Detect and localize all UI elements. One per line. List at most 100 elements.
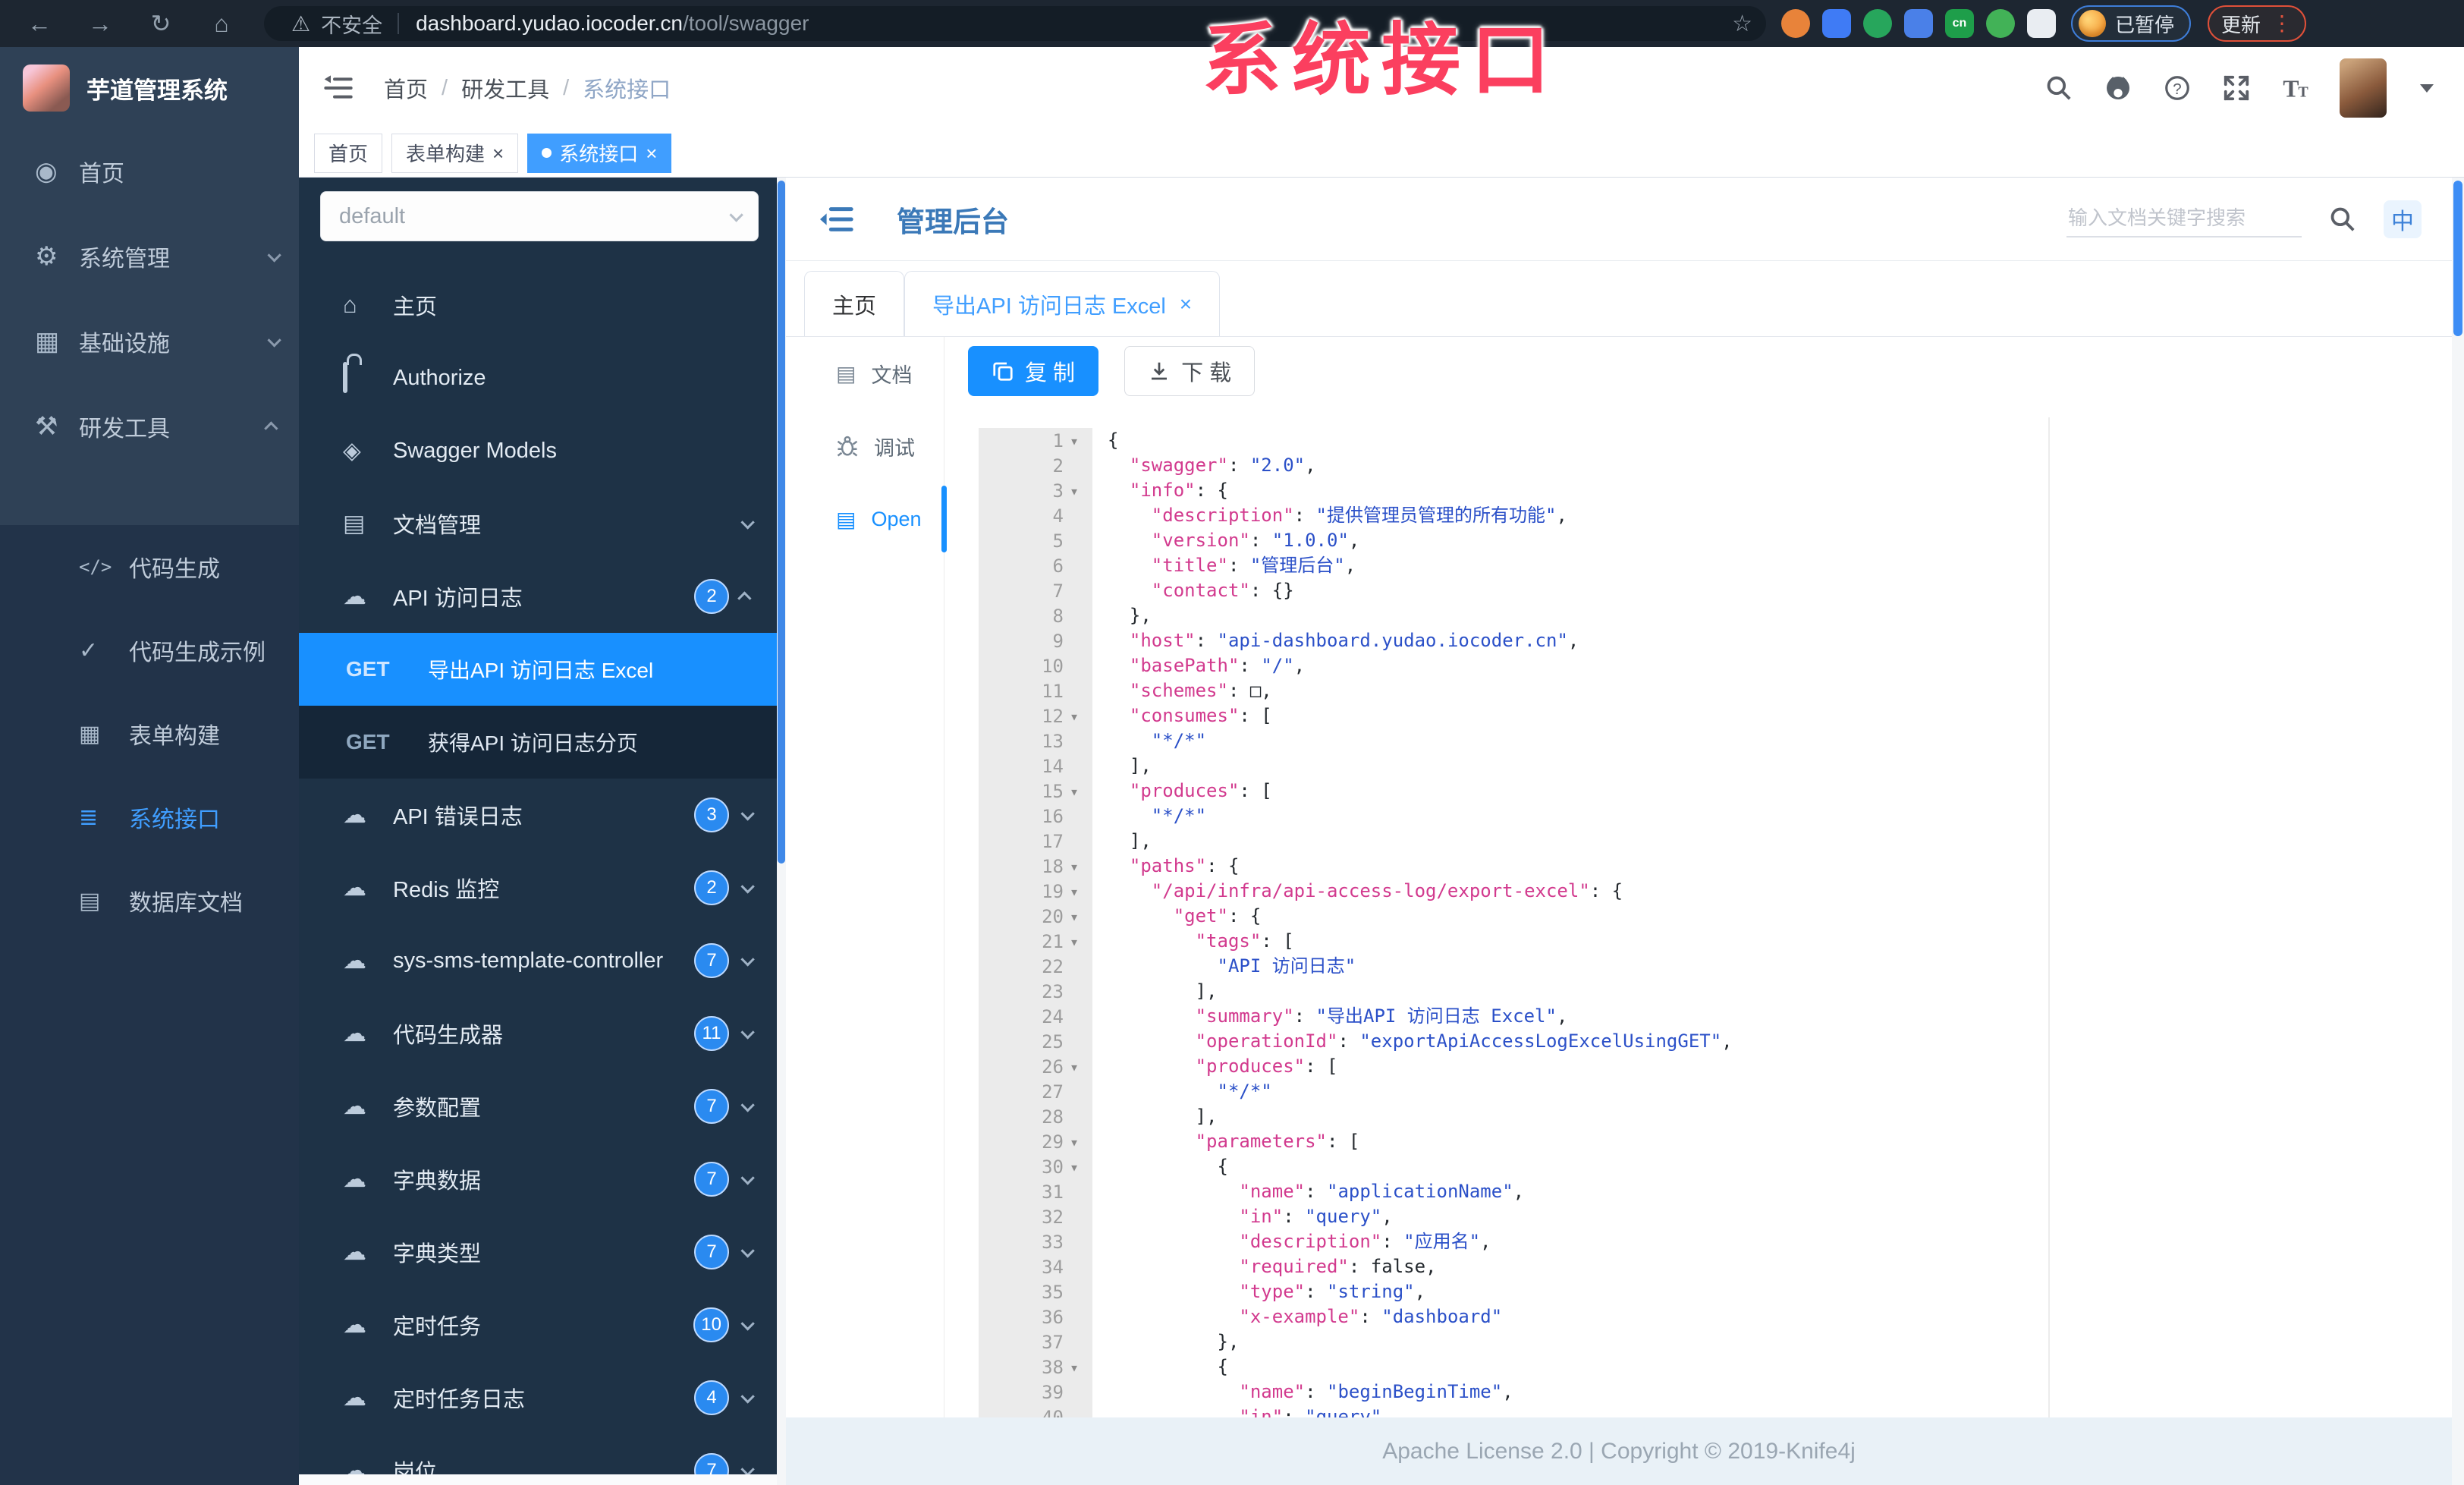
url-path: /tool/swagger: [682, 11, 809, 35]
sidebar-item-基础设施[interactable]: ▦ 基础设施: [0, 299, 299, 384]
swagger-item-文档管理[interactable]: ▤ 文档管理: [299, 487, 777, 560]
mini-item-文档[interactable]: ▤ 文档: [786, 337, 944, 410]
user-avatar[interactable]: [2340, 58, 2387, 118]
fold-caret-icon[interactable]: ▾: [1064, 933, 1085, 951]
search-icon[interactable]: [2044, 73, 2074, 103]
api-group-select[interactable]: default: [320, 191, 759, 241]
swagger-item-Swagger Models[interactable]: ◈ Swagger Models: [299, 414, 777, 487]
browser-reload-icon[interactable]: ↻: [140, 0, 182, 47]
fold-caret-icon[interactable]: ▾: [1064, 857, 1085, 876]
fullscreen-icon[interactable]: [2221, 73, 2252, 103]
swagger-group-字典数据[interactable]: ☁ 字典数据 7: [299, 1143, 777, 1216]
fold-caret-icon[interactable]: ▾: [1064, 432, 1085, 450]
browser-home-icon[interactable]: ⌂: [200, 0, 243, 47]
swagger-scrollbar[interactable]: [777, 178, 786, 1485]
api-endpoint-row[interactable]: GET 导出API 访问日志 Excel: [299, 633, 777, 706]
tag-close-icon[interactable]: ×: [646, 143, 657, 163]
swagger-group-Redis 监控[interactable]: ☁ Redis 监控 2: [299, 851, 777, 924]
browser-menu-kebab-icon[interactable]: ⋮: [2271, 13, 2293, 34]
fold-caret-icon[interactable]: ▾: [1064, 782, 1085, 801]
code-token: ,: [1425, 1256, 1437, 1277]
tag-系统接口[interactable]: 系统接口 ×: [527, 133, 672, 173]
sidebar-item-首页[interactable]: ◉ 首页: [0, 129, 299, 214]
json-editor[interactable]: 1 ▾ 2 3 ▾ 4 5 6 7 8 9 10 11 12 ▾ 13 14 15 ▾ 16 17 18 ▾ 19 ▾ 20 ▾ 21…: [979, 417, 2452, 1485]
fold-caret-icon[interactable]: ▾: [1064, 883, 1085, 901]
sidebar-subitem-代码生成[interactable]: </> 代码生成: [0, 525, 299, 609]
main-scrollbar[interactable]: [2452, 178, 2464, 1485]
line-number: 36: [1042, 1306, 1064, 1328]
swagger-group-sys-sms-template-controller[interactable]: ☁ sys-sms-template-controller 7: [299, 924, 777, 997]
browser-forward-icon[interactable]: →: [79, 0, 121, 47]
paused-badge[interactable]: 已暂停: [2071, 5, 2192, 42]
github-icon[interactable]: [2103, 73, 2133, 103]
fold-caret-icon[interactable]: ▾: [1064, 908, 1085, 926]
swagger-hscrollbar[interactable]: [299, 1474, 777, 1485]
code-line: "name": "beginBeginTime",: [1108, 1380, 2452, 1405]
puzzle-extension-icon[interactable]: [2027, 9, 2056, 38]
doc-collapse-icon[interactable]: [819, 202, 854, 237]
menu-fold-icon[interactable]: [323, 73, 354, 103]
orange-swirl-extension-icon[interactable]: [1781, 9, 1810, 38]
swagger-group-定时任务日志[interactable]: ☁ 定时任务日志 4: [299, 1361, 777, 1434]
doc-tab-主页[interactable]: 主页: [804, 271, 905, 336]
blue-gem-extension-icon[interactable]: [1822, 9, 1851, 38]
fold-caret-icon[interactable]: ▾: [1064, 482, 1085, 500]
doc-search-input[interactable]: [2066, 200, 2302, 238]
swagger-scrollbar-thumb[interactable]: [778, 181, 785, 864]
swagger-item-API 访问日志[interactable]: ☁ API 访问日志 2: [299, 560, 777, 633]
breadcrumb-item[interactable]: 系统接口: [583, 72, 671, 104]
copy-button[interactable]: 复 制: [968, 346, 1099, 396]
sidebar-subitem-系统接口[interactable]: ≣ 系统接口: [0, 776, 299, 859]
sidebar-subitem-表单构建[interactable]: ▦ 表单构建: [0, 692, 299, 776]
gutter-line: 30 ▾: [979, 1154, 1092, 1179]
code-token: ,: [1480, 1231, 1491, 1252]
swagger-group-字典类型[interactable]: ☁ 字典类型 7: [299, 1216, 777, 1288]
fold-caret-icon[interactable]: ▾: [1064, 1358, 1085, 1376]
avatar-dropdown-caret-icon[interactable]: [2420, 83, 2434, 93]
bookmark-star-icon[interactable]: ☆: [1732, 11, 1752, 37]
tag-首页[interactable]: 首页: [314, 133, 383, 173]
download-icon: [1152, 362, 1168, 380]
swagger-group-API 错误日志[interactable]: ☁ API 错误日志 3: [299, 779, 777, 851]
swagger-group-定时任务[interactable]: ☁ 定时任务 10: [299, 1288, 777, 1361]
code-line: "title": "管理后台",: [1108, 553, 2452, 578]
swagger-item-主页[interactable]: ⌂ 主页: [299, 269, 777, 341]
cn-translate-extension-icon[interactable]: cn: [1945, 9, 1974, 38]
sidebar-item-系统管理[interactable]: ⚙ 系统管理: [0, 214, 299, 299]
doc-tab-导出API 访问日志 Excel[interactable]: 导出API 访问日志 Excel ×: [904, 271, 1221, 336]
tab-close-icon[interactable]: ×: [1180, 292, 1192, 316]
green-sprout-extension-icon[interactable]: [1986, 9, 2015, 38]
fold-caret-icon[interactable]: ▾: [1064, 707, 1085, 725]
help-icon[interactable]: ?: [2162, 73, 2192, 103]
sidebar-item-研发工具[interactable]: ⚒ 研发工具: [0, 384, 299, 469]
chevron-down-icon: [740, 1389, 755, 1404]
tag-表单构建[interactable]: 表单构建 ×: [391, 133, 519, 173]
tag-close-icon[interactable]: ×: [492, 143, 504, 163]
fold-caret-icon[interactable]: ▾: [1064, 1058, 1085, 1076]
font-size-icon[interactable]: TT: [2280, 73, 2311, 103]
app-logo[interactable]: 芋道管理系统: [0, 47, 299, 129]
sidebar-subitem-数据库文档[interactable]: ▤ 数据库文档: [0, 859, 299, 942]
doc-search-icon[interactable]: [2327, 204, 2358, 234]
browser-back-icon[interactable]: ←: [18, 0, 61, 47]
fold-caret-icon[interactable]: ▾: [1064, 1158, 1085, 1176]
main-scrollbar-thumb[interactable]: [2453, 181, 2462, 336]
language-toggle-button[interactable]: 中: [2384, 200, 2422, 238]
sidebar-subitem-代码生成示例[interactable]: ✓ 代码生成示例: [0, 609, 299, 692]
breadcrumb-item[interactable]: 首页: [384, 72, 428, 104]
swagger-group-代码生成器[interactable]: ☁ 代码生成器 11: [299, 997, 777, 1070]
breadcrumb-item[interactable]: 研发工具: [461, 72, 549, 104]
api-endpoint-row[interactable]: GET 获得API 访问日志分页: [299, 706, 777, 779]
blue-grid-extension-icon[interactable]: [1904, 9, 1933, 38]
fold-caret-icon[interactable]: ▾: [1064, 1133, 1085, 1151]
browser-update-button[interactable]: 更新 ⋮: [2208, 5, 2307, 42]
mini-item-Open[interactable]: ▤ Open: [786, 483, 947, 555]
swagger-group-参数配置[interactable]: ☁ 参数配置 7: [299, 1070, 777, 1143]
swagger-item-Authorize[interactable]: Authorize: [299, 341, 777, 414]
green-circle-extension-icon[interactable]: [1863, 9, 1892, 38]
download-button[interactable]: 下 载: [1124, 346, 1256, 396]
mini-item-调试[interactable]: 调试: [786, 410, 944, 483]
breadcrumb-separator: /: [563, 75, 570, 100]
